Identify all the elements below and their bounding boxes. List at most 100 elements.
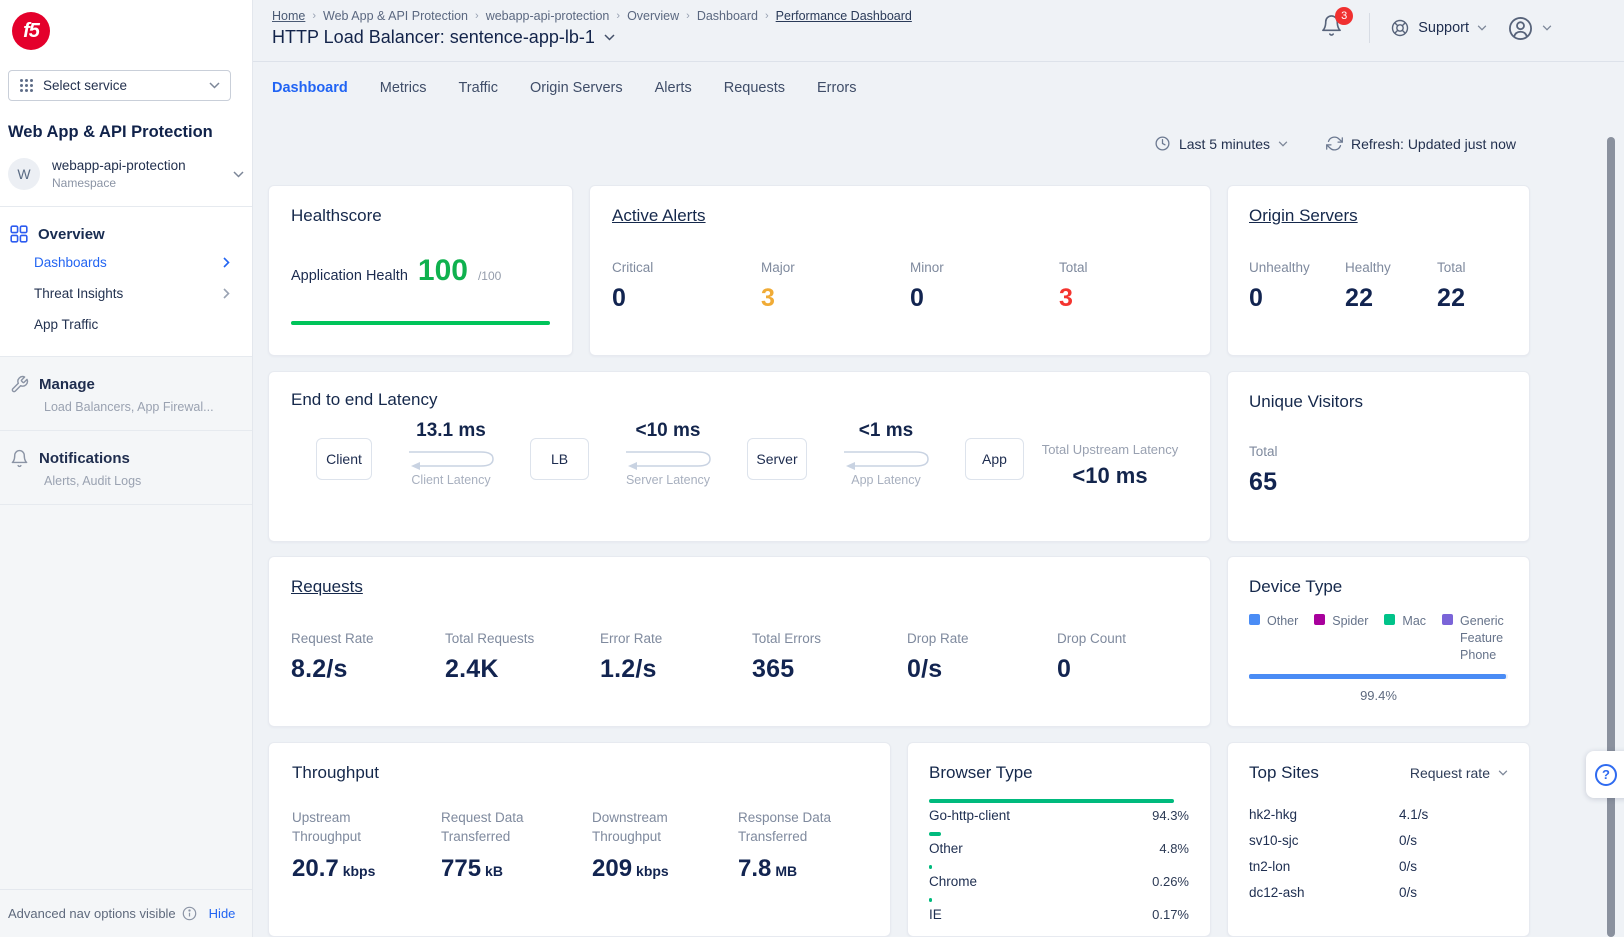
tab-metrics[interactable]: Metrics	[380, 80, 427, 102]
breadcrumb-separator: ›	[686, 10, 690, 22]
total-servers-label: Total	[1437, 260, 1508, 275]
response-data-label: Response Data Transferred	[738, 807, 867, 847]
loop-arrow-icon	[403, 446, 499, 472]
select-service-dropdown[interactable]: Select service	[8, 70, 231, 101]
sidebar-item-dashboards[interactable]: Dashboards	[0, 247, 252, 278]
sidebar: f5 Select service Web App & API Protecti…	[0, 0, 253, 937]
f5-logo[interactable]: f5	[12, 12, 50, 50]
vertical-scrollbar[interactable]	[1607, 137, 1615, 937]
refresh-button[interactable]: Refresh: Updated just now	[1326, 135, 1516, 152]
device-type-bar	[1249, 674, 1506, 679]
account-menu-button[interactable]	[1507, 15, 1552, 42]
browser-row-other: Other4.8%	[929, 832, 1189, 856]
notifications-subtitle: Alerts, Audit Logs	[44, 474, 242, 488]
response-data-value: 7.8MB	[738, 855, 867, 883]
breadcrumb-separator: ›	[312, 10, 316, 22]
health-progress-bar	[291, 321, 550, 325]
refresh-icon	[1326, 135, 1343, 152]
breadcrumb-waap[interactable]: Web App & API Protection	[323, 9, 468, 23]
logo-row: f5	[0, 0, 252, 58]
breadcrumb-dashboard[interactable]: Dashboard	[697, 9, 758, 23]
visitors-total-value: 65	[1249, 468, 1508, 497]
server-latency-label: Server Latency	[626, 473, 710, 487]
error-rate-value: 1.2/s	[600, 655, 752, 684]
total-alerts-value: 3	[1059, 284, 1188, 313]
support-menu-button[interactable]: Support	[1390, 18, 1487, 38]
namespace-name: webapp-api-protection	[52, 158, 221, 173]
overview-label: Overview	[38, 226, 105, 243]
server-node: Server	[747, 438, 807, 480]
unique-visitors-title: Unique Visitors	[1249, 392, 1508, 412]
sidebar-item-notifications[interactable]: Notifications Alerts, Audit Logs	[0, 431, 252, 505]
total-upstream-latency-value: <10 ms	[1040, 463, 1180, 489]
breadcrumb-home[interactable]: Home	[272, 9, 305, 23]
tab-origin-servers[interactable]: Origin Servers	[530, 80, 623, 102]
advanced-nav-status: Advanced nav options visible	[8, 906, 176, 921]
wrench-icon	[10, 375, 29, 394]
tab-alerts[interactable]: Alerts	[655, 80, 692, 102]
tab-requests[interactable]: Requests	[724, 80, 785, 102]
app-node: App	[965, 438, 1024, 480]
chevron-down-icon	[1477, 25, 1487, 31]
notifications-bell-button[interactable]: 3	[1320, 14, 1349, 42]
tab-errors[interactable]: Errors	[817, 80, 856, 102]
browser-row-go-http-client: Go-http-client94.3%	[929, 799, 1189, 823]
chevron-down-icon	[233, 171, 244, 178]
site-row-dc12-ash: dc12-ash0/s	[1249, 879, 1508, 905]
header-divider	[1369, 13, 1370, 43]
hide-advanced-nav-link[interactable]: Hide	[209, 906, 236, 921]
upstream-throughput-value: 20.7kbps	[292, 855, 441, 883]
total-upstream-latency: Total Upstream Latency <10 ms	[1040, 442, 1180, 489]
drop-count-metric: Drop Count 0	[1057, 631, 1188, 684]
browser-bar	[929, 865, 932, 869]
tab-traffic[interactable]: Traffic	[458, 80, 497, 102]
breadcrumb-namespace[interactable]: webapp-api-protection	[486, 9, 610, 23]
healthy-servers-metric: Healthy 22	[1345, 260, 1437, 313]
top-sites-sort-dropdown[interactable]: Request rate	[1410, 765, 1508, 781]
latency-title: End to end Latency	[291, 390, 1188, 410]
sidebar-item-overview[interactable]: Overview	[0, 221, 252, 247]
notification-count-badge: 3	[1335, 7, 1353, 25]
latency-flow-diagram: Client 13.1 ms Client Latency LB <10 ms	[316, 420, 1188, 489]
downstream-throughput-metric: Downstream Throughput 209kbps	[592, 807, 738, 883]
healthy-label: Healthy	[1345, 260, 1437, 275]
active-alerts-title-link[interactable]: Active Alerts	[612, 206, 1188, 226]
visitors-total-label: Total	[1249, 444, 1508, 459]
client-latency-label: Client Latency	[411, 473, 490, 487]
throughput-card: Throughput Upstream Throughput 20.7kbps …	[268, 742, 891, 937]
drop-count-value: 0	[1057, 655, 1188, 684]
client-latency-value: 13.1 ms	[416, 420, 486, 446]
user-avatar-icon	[1507, 15, 1534, 42]
request-data-value: 775kB	[441, 855, 592, 883]
total-errors-metric: Total Errors 365	[752, 631, 907, 684]
sidebar-item-app-traffic[interactable]: App Traffic	[0, 309, 252, 340]
device-type-title: Device Type	[1249, 577, 1508, 597]
sidebar-item-manage[interactable]: Manage Load Balancers, App Firewal...	[0, 357, 252, 431]
request-data-label: Request Data Transferred	[441, 807, 592, 847]
main-content: Home › Web App & API Protection › webapp…	[253, 0, 1624, 937]
breadcrumb-separator: ›	[765, 10, 769, 22]
time-range-selector[interactable]: Last 5 minutes	[1154, 135, 1288, 152]
total-requests-label: Total Requests	[445, 631, 600, 646]
healthscore-title: Healthscore	[291, 206, 550, 226]
namespace-switcher[interactable]: W webapp-api-protection Namespace	[8, 158, 244, 206]
breadcrumb-performance-dashboard[interactable]: Performance Dashboard	[776, 9, 912, 23]
breadcrumb-separator: ›	[475, 10, 479, 22]
origin-servers-title-link[interactable]: Origin Servers	[1249, 206, 1508, 226]
sidebar-item-threat-insights[interactable]: Threat Insights	[0, 278, 252, 309]
dashboards-label: Dashboards	[34, 255, 107, 270]
legend-item-spider: Spider	[1314, 613, 1368, 664]
breadcrumb-overview[interactable]: Overview	[627, 9, 679, 23]
refresh-label: Refresh: Updated just now	[1351, 136, 1516, 152]
requests-title-link[interactable]: Requests	[291, 577, 1188, 597]
major-alerts-metric: Major 3	[761, 260, 910, 313]
help-button[interactable]: ?	[1586, 751, 1624, 798]
title-chevron-down-icon[interactable]	[604, 34, 615, 41]
manage-label: Manage	[39, 376, 95, 393]
total-requests-metric: Total Requests 2.4K	[445, 631, 600, 684]
tab-dashboard[interactable]: Dashboard	[272, 80, 348, 102]
end-to-end-latency-card: End to end Latency Client 13.1 ms Client…	[268, 371, 1211, 542]
requests-card: Requests Request Rate 8.2/s Total Reques…	[268, 556, 1211, 727]
total-servers-value: 22	[1437, 284, 1508, 313]
healthscore-card: Healthscore Application Health 100 /100	[268, 185, 573, 356]
